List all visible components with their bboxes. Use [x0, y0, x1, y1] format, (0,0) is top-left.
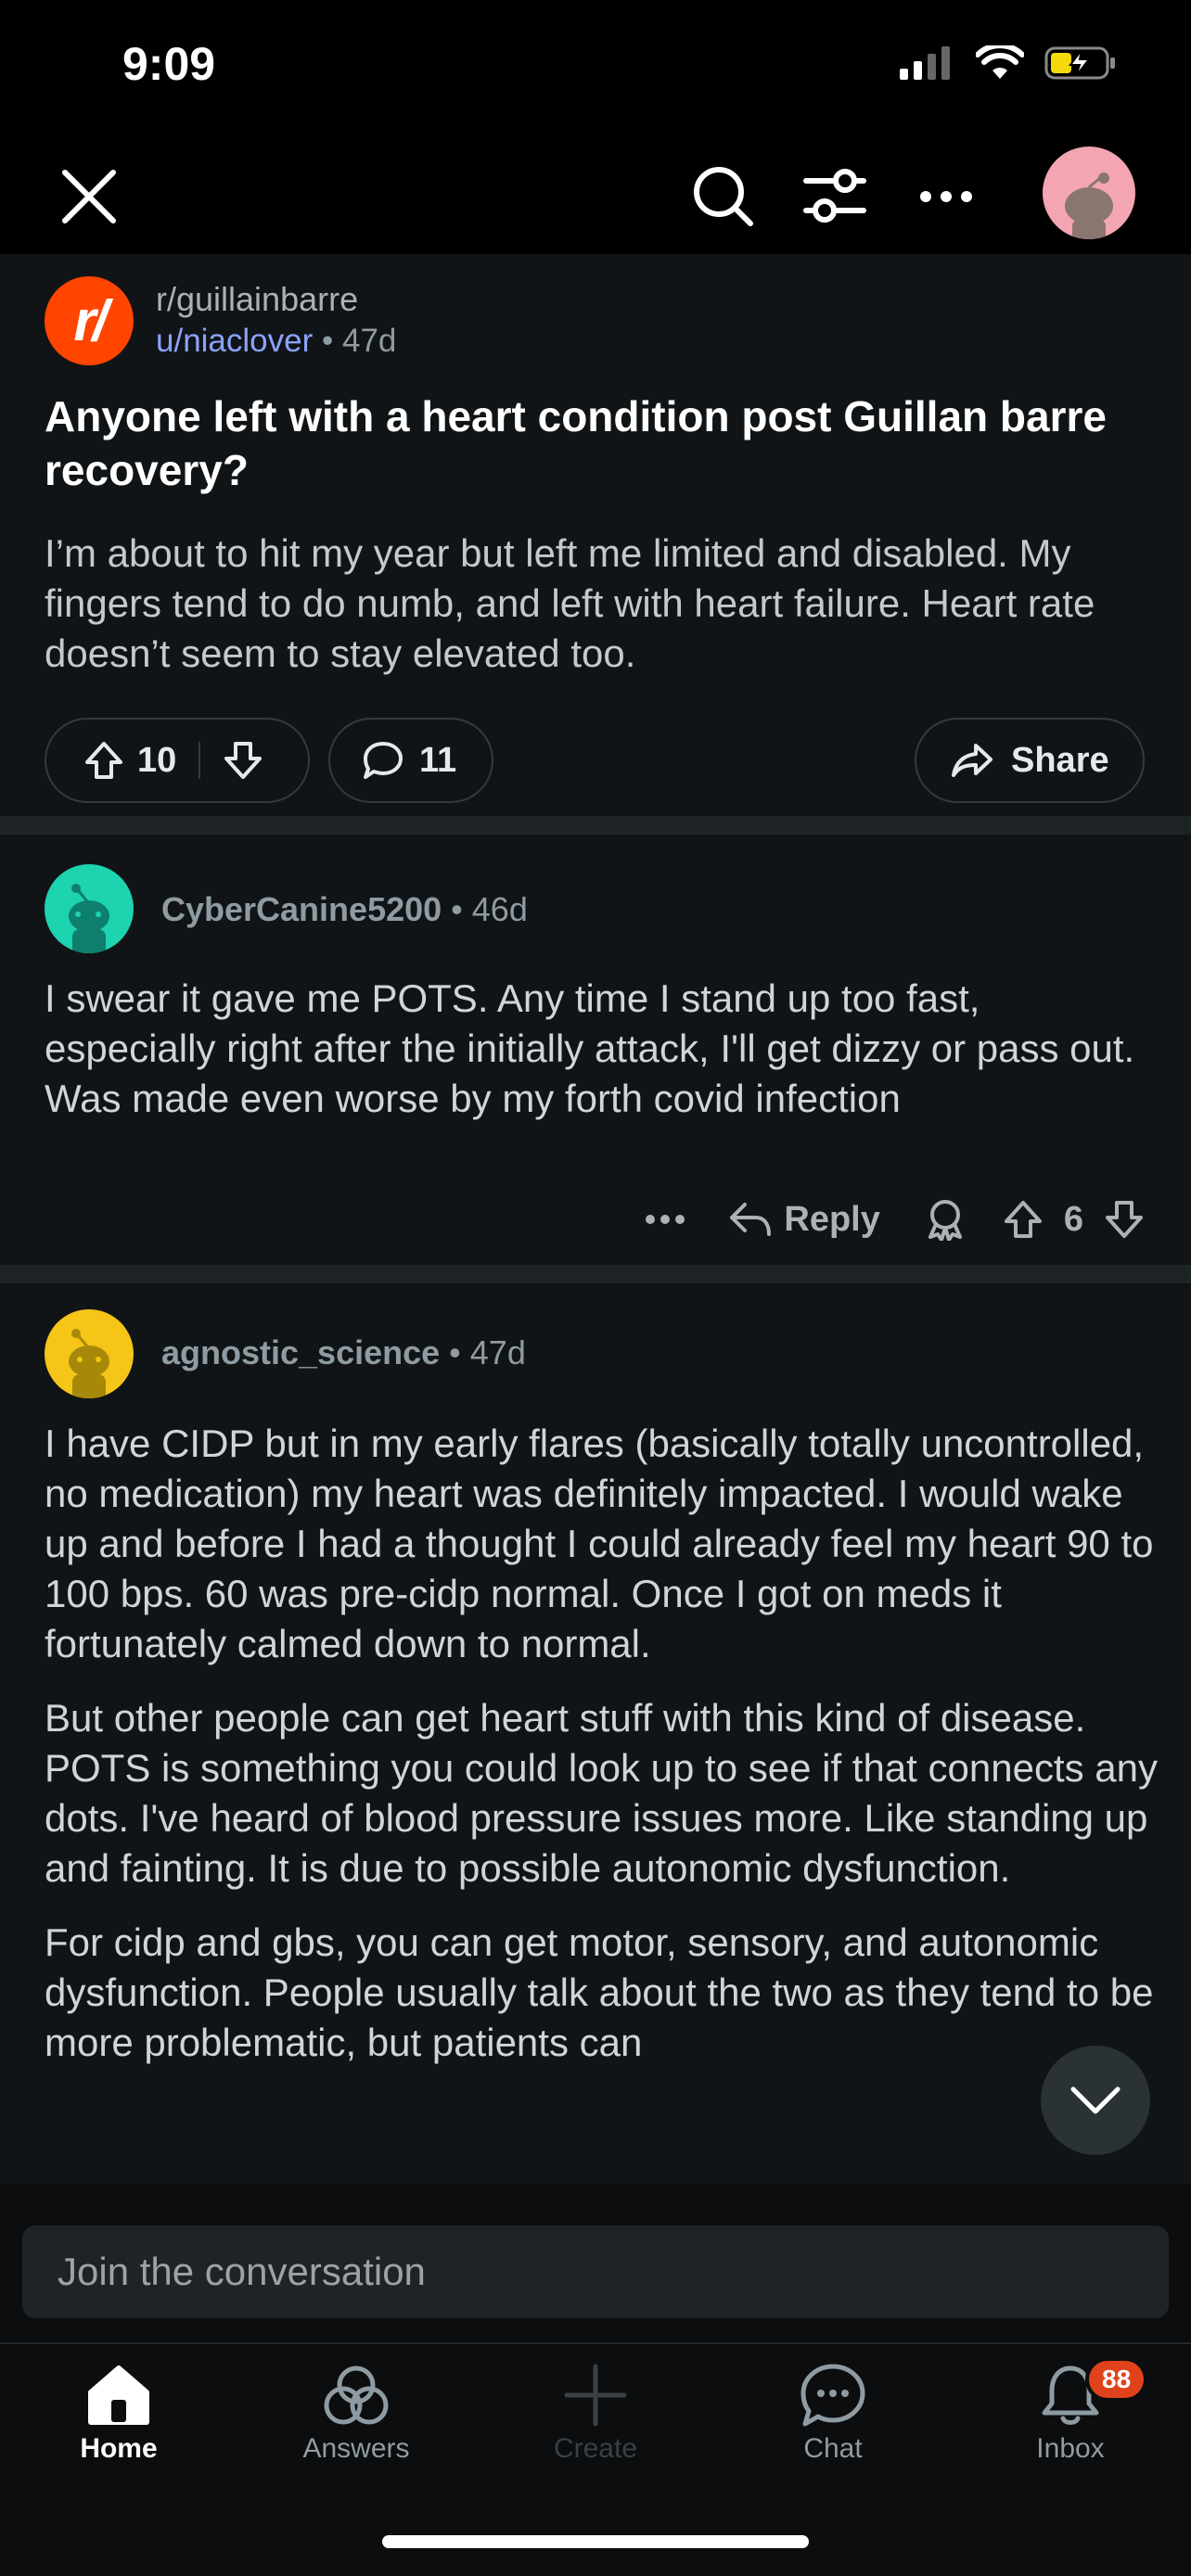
commenter-avatar[interactable] [45, 864, 134, 953]
post-card: r/ r/guillainbarre u/niaclover • 47d Any… [0, 254, 1191, 816]
comment-author[interactable]: CyberCanine5200 • 46d [161, 890, 528, 929]
comment-score: 6 [1063, 1199, 1083, 1239]
search-icon [694, 167, 753, 226]
share-label: Share [1011, 740, 1109, 780]
chevron-down-icon [1070, 2086, 1121, 2114]
nav-create-label: Create [553, 2433, 638, 2464]
top-toolbar [0, 139, 1191, 254]
chat-bubble-icon [800, 2364, 865, 2427]
section-divider [0, 1265, 1191, 1283]
upvote-icon[interactable] [1003, 1199, 1044, 1240]
nav-home-label: Home [80, 2433, 158, 2464]
close-button[interactable] [50, 158, 128, 236]
battery-icon [1044, 46, 1115, 80]
nav-answers-label: Answers [302, 2433, 410, 2464]
share-icon [952, 744, 992, 777]
commenter-avatar[interactable] [45, 1309, 134, 1398]
vote-bar: 10 [45, 718, 310, 803]
sort-filter-button[interactable] [796, 158, 874, 236]
comment-count: 11 [419, 740, 457, 780]
search-button[interactable] [685, 158, 762, 236]
comment-age: 46d [471, 890, 528, 928]
snoo-avatar-icon [69, 1329, 109, 1398]
status-time: 9:09 [122, 38, 216, 90]
nav-inbox-label: Inbox [1036, 2433, 1105, 2464]
more-horizontal-icon[interactable] [645, 1214, 685, 1225]
share-button[interactable]: Share [915, 718, 1145, 803]
home-indicator [382, 2535, 809, 2548]
comment-body: I swear it gave me POTS. Any time I stan… [45, 974, 1158, 1148]
comment-age: 47d [469, 1333, 526, 1371]
comments-button[interactable]: 11 [328, 718, 493, 803]
status-bar: 9:09 [0, 0, 1191, 139]
comment-item: agnostic_science • 47d I have CIDP but i… [0, 1283, 1191, 2185]
comment-author-name: CyberCanine5200 [161, 890, 442, 928]
subreddit-icon[interactable]: r/ [45, 276, 134, 365]
comment-body: I have CIDP but in my early flares (basi… [45, 1419, 1158, 2092]
inbox-badge: 88 [1085, 2357, 1148, 2402]
reply-button[interactable]: Reply [728, 1199, 880, 1240]
composer-bar: Join the conversation [0, 2185, 1191, 2342]
snoo-avatar-icon [1065, 172, 1113, 239]
post-meta: u/niaclover • 47d [156, 323, 396, 360]
vote-divider [198, 742, 201, 779]
more-horizontal-icon [920, 191, 972, 202]
comment-paragraph: I have CIDP but in my early flares (basi… [45, 1422, 1154, 1665]
nav-answers[interactable]: Answers [263, 2363, 449, 2465]
post-age: 47d [341, 323, 397, 359]
user-avatar[interactable] [1043, 147, 1135, 239]
comment-paragraph: I swear it gave me POTS. Any time I stan… [45, 976, 1135, 1120]
reply-arrow-icon [730, 1203, 772, 1236]
post-body: I’m about to hit my year but left me lim… [45, 531, 1095, 675]
nav-chat-label: Chat [803, 2433, 863, 2464]
downvote-icon[interactable] [1104, 1199, 1145, 1240]
nav-chat[interactable]: Chat [740, 2363, 926, 2465]
home-icon [88, 2366, 149, 2425]
status-icons [900, 45, 1117, 82]
comment-item: CyberCanine5200 • 46d I swear it gave me… [0, 835, 1191, 1265]
meta-separator: • [322, 323, 342, 359]
nav-create[interactable]: Create [503, 2363, 688, 2465]
scroll-to-next-button[interactable] [1041, 2046, 1150, 2155]
join-conversation-input[interactable]: Join the conversation [22, 2225, 1169, 2318]
meta-separator: • [451, 890, 472, 928]
comment-paragraph: But other people can get heart stuff wit… [45, 1696, 1158, 1890]
reply-label: Reply [784, 1199, 880, 1239]
award-icon[interactable] [925, 1198, 966, 1241]
answers-icon [324, 2366, 389, 2425]
signal-icon [900, 46, 950, 80]
filter-icon [803, 169, 866, 223]
plus-icon [564, 2364, 627, 2427]
downvote-icon[interactable] [223, 740, 263, 781]
comment-bubble-icon [364, 742, 403, 779]
wifi-icon [976, 45, 1024, 79]
comment-author[interactable]: agnostic_science • 47d [161, 1333, 526, 1372]
meta-separator: • [449, 1333, 470, 1371]
post-author[interactable]: u/niaclover [156, 323, 313, 359]
more-options-button[interactable] [907, 158, 985, 236]
section-divider [0, 816, 1191, 835]
snoo-avatar-icon [69, 884, 109, 953]
upvote-count: 10 [137, 740, 177, 780]
comment-actions: Reply 6 [645, 1198, 1145, 1241]
upvote-icon[interactable] [83, 740, 124, 781]
comment-paragraph: For cidp and gbs, you can get motor, sen… [45, 1920, 1154, 2064]
comment-author-name: agnostic_science [161, 1333, 441, 1371]
nav-inbox[interactable]: Inbox 88 [978, 2357, 1163, 2465]
close-icon [62, 170, 116, 223]
post-title: Anyone left with a heart condition post … [45, 392, 1107, 494]
subreddit-name[interactable]: r/guillainbarre [156, 280, 358, 319]
nav-home[interactable]: Home [26, 2363, 211, 2465]
